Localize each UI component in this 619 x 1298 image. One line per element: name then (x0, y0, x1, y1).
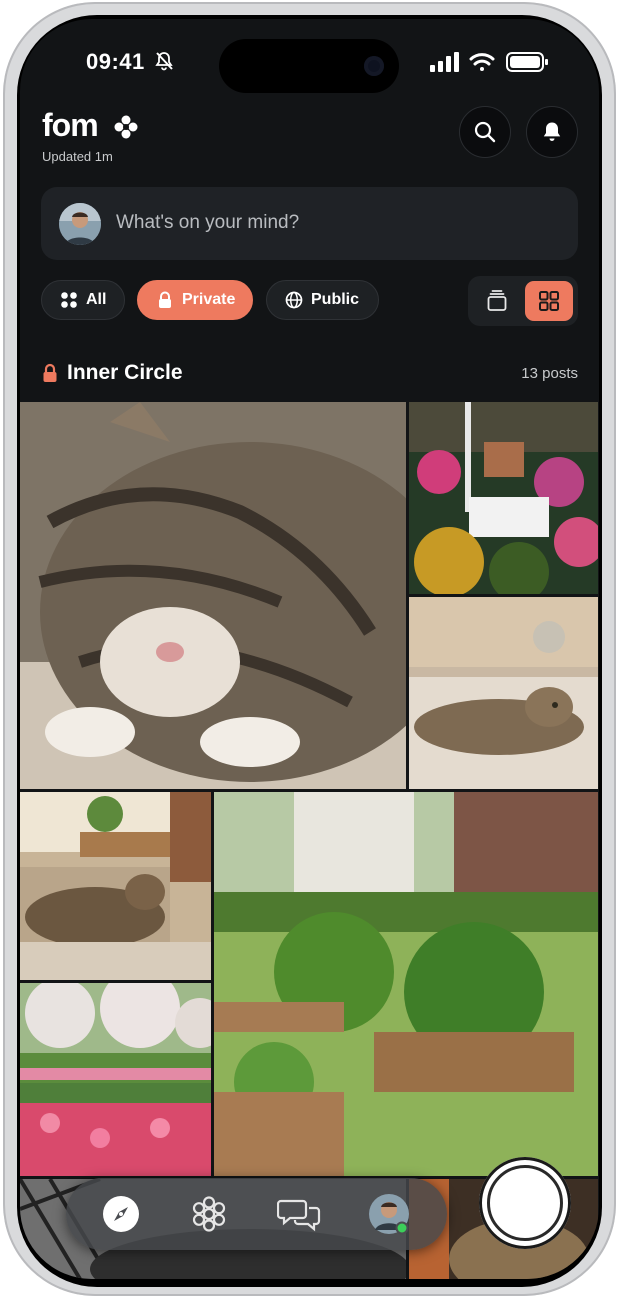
search-button[interactable] (459, 106, 511, 158)
filter-public-label: Public (311, 291, 360, 308)
post-tile-sleeping-cat[interactable] (20, 402, 406, 789)
filter-all-chip[interactable]: All (41, 280, 125, 320)
capture-button-inner (487, 1165, 563, 1241)
composer-placeholder: What's on your mind? (116, 212, 300, 233)
section-lock-icon (43, 363, 57, 382)
app-screen: 09:41 fom Updated 1m What's on your mind… (20, 19, 599, 1279)
post-tile-cat-on-sofa[interactable] (409, 597, 598, 789)
search-icon (474, 121, 496, 143)
stack-view-icon (487, 290, 507, 311)
post-composer[interactable]: What's on your mind? (41, 187, 578, 260)
cellular-icon (430, 52, 459, 72)
status-icons (430, 52, 548, 72)
app-logo: fom (42, 107, 99, 143)
post-tile-cat-armchair[interactable] (20, 792, 211, 980)
post-tile-tulip-field[interactable] (20, 983, 211, 1176)
capture-button[interactable] (479, 1157, 571, 1249)
post-tile-raised-garden[interactable] (214, 792, 598, 1176)
chat-bubbles-icon (277, 1199, 321, 1232)
globe-icon (285, 291, 303, 309)
notifications-button[interactable] (526, 106, 578, 158)
filter-private-label: Private (182, 291, 236, 308)
wifi-icon (469, 53, 495, 71)
post-tile-flower-garden[interactable] (409, 402, 598, 594)
grid-dots-icon (61, 292, 77, 308)
tab-profile[interactable] (367, 1192, 411, 1236)
lock-icon (159, 291, 171, 308)
tab-messages[interactable] (277, 1192, 321, 1236)
tab-circles[interactable] (187, 1192, 231, 1236)
battery-icon (506, 52, 548, 72)
front-camera (364, 56, 384, 76)
filter-all-label: All (86, 291, 107, 308)
grid-view-button[interactable] (525, 281, 573, 321)
bell-slash-icon (155, 52, 173, 71)
post-count: 13 posts (521, 365, 578, 382)
avatar (59, 203, 101, 245)
filter-private-chip[interactable]: Private (137, 280, 253, 320)
grid-view-icon (539, 291, 559, 311)
bottom-tab-bar (66, 1178, 447, 1250)
view-toggle (468, 276, 578, 326)
tab-explore[interactable] (99, 1192, 143, 1236)
online-status-dot (395, 1221, 409, 1235)
status-time: 09:41 (86, 49, 145, 74)
section-title: Inner Circle (67, 361, 183, 384)
compass-icon (103, 1196, 139, 1232)
flower-icon (192, 1196, 226, 1232)
filter-public-chip[interactable]: Public (266, 280, 379, 320)
stack-view-button[interactable] (473, 281, 521, 321)
updated-timestamp: Updated 1m (42, 149, 113, 164)
bell-icon (543, 122, 561, 141)
profile-avatar (369, 1194, 409, 1235)
logo-flower-icon (114, 115, 138, 139)
